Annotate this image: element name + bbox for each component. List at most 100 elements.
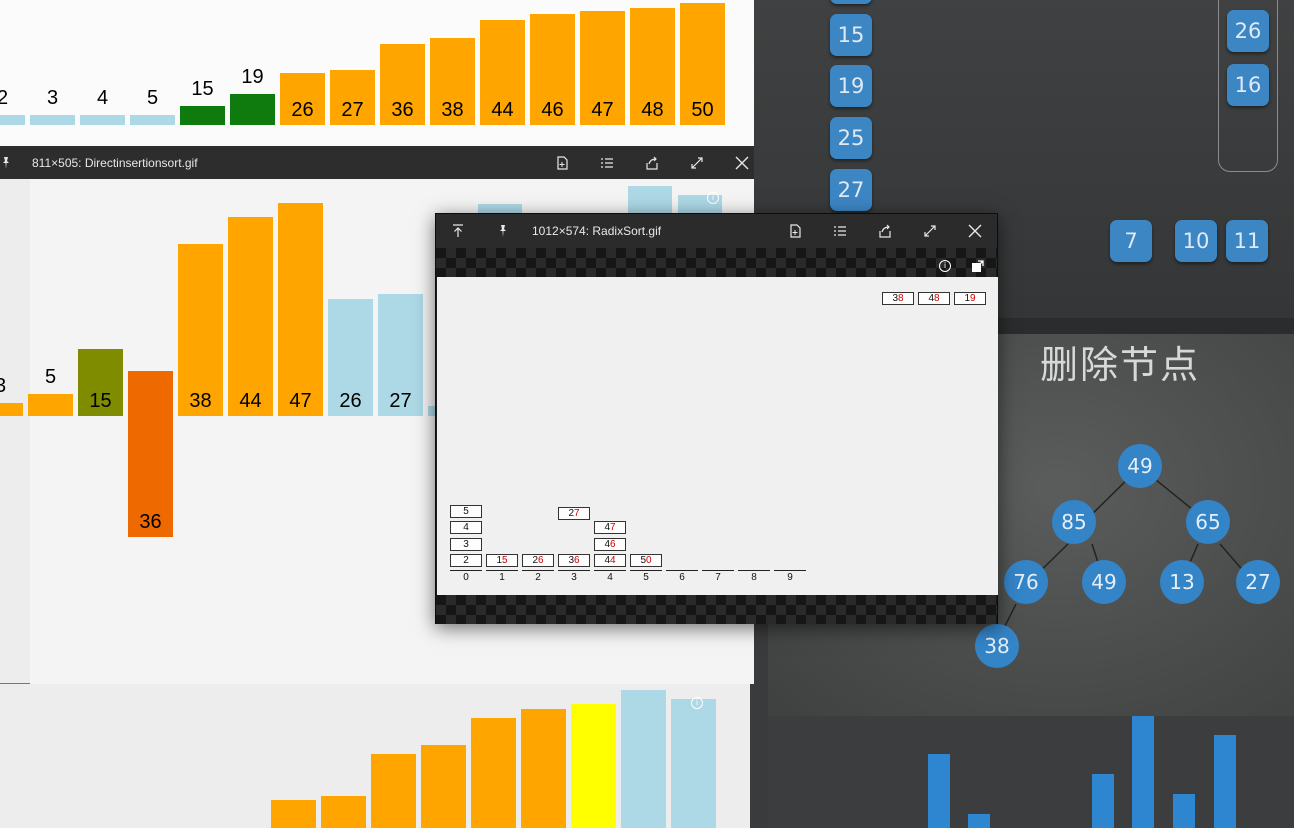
bucket-baseline: [666, 570, 698, 571]
bottom-sort-window: i: [0, 684, 750, 828]
bucket-index: 3: [571, 572, 577, 583]
chart-bar: 26: [328, 298, 373, 416]
bucket-index: 9: [787, 572, 793, 583]
info-icon[interactable]: i: [939, 260, 951, 272]
expand-icon[interactable]: [914, 214, 946, 247]
title-bar[interactable]: 1012×574: RadixSort.gif: [436, 214, 997, 248]
array-cell: 15: [830, 14, 872, 56]
ones-digit: 3: [463, 538, 469, 550]
bucket-index: 8: [751, 572, 757, 583]
ones-digit: 7: [574, 508, 580, 519]
ones-digit: 6: [538, 555, 544, 566]
bucket-baseline: [522, 570, 554, 571]
chart-bar: 2: [0, 87, 25, 125]
bucket-index: 6: [679, 572, 685, 583]
number-card: 3: [450, 537, 482, 551]
bar-label: 15: [89, 390, 112, 412]
chart-bar: 15: [180, 78, 225, 125]
dark-bar: [1132, 716, 1154, 828]
number-card: 46: [594, 537, 626, 551]
bar-label: 4: [96, 87, 109, 109]
number-card: 48: [918, 292, 950, 305]
chart-bar: 15: [78, 348, 123, 416]
ones-digit: 9: [970, 293, 976, 304]
chart-bar: [621, 690, 666, 828]
array-cell: 27: [830, 169, 872, 211]
chart-bar: 44: [228, 216, 273, 416]
chart-bar: 47: [278, 203, 323, 416]
chart-bar: 36: [380, 43, 425, 125]
array-cell: 25: [830, 117, 872, 159]
chart-bar: 3: [0, 375, 23, 416]
bar-label: 46: [541, 98, 564, 121]
number-card: 47: [594, 521, 626, 534]
bucket-index: 5: [643, 572, 649, 583]
bar-label: 2: [0, 87, 9, 109]
bucket-index: 4: [607, 572, 613, 583]
ones-digit: 0: [646, 555, 652, 566]
share-icon[interactable]: [869, 214, 901, 247]
tree-node: 65: [1186, 500, 1230, 544]
ones-digit: 5: [463, 505, 469, 517]
chart-bar: 3: [30, 87, 75, 125]
bucket-index: 1: [499, 572, 505, 583]
bar-label: 44: [491, 98, 514, 121]
chart-bar: 48: [630, 8, 675, 125]
chart-bar: 47: [580, 11, 625, 125]
radixsort-window: 1012×574: RadixSort.gif i 38 48 19 0 2 3 4 5 1 15…: [435, 213, 998, 624]
number-card: 36: [558, 554, 590, 567]
bucket-baseline: [486, 570, 518, 571]
number-card: 50: [630, 554, 662, 567]
transparency-checker-top: [436, 248, 997, 277]
number-card: 2: [450, 554, 482, 567]
bar-label: 3: [0, 375, 7, 398]
chart-bar: 4: [80, 87, 125, 125]
bar-label: 38: [441, 98, 464, 121]
ones-digit: 8: [934, 293, 940, 304]
chart-bar: [671, 699, 716, 828]
bucket-baseline: [702, 570, 734, 571]
bar-label: 47: [289, 389, 312, 412]
bar-chart: 2 3 4 5 15 19 26 27 36 38 44 46 47 48 50: [0, 0, 754, 146]
pin-icon[interactable]: [487, 214, 519, 247]
chart-bar: 27: [378, 294, 423, 416]
bucket-baseline: [558, 570, 590, 571]
dark-bar: [928, 754, 950, 828]
bar-label: 27: [341, 98, 364, 121]
chart-bar: [421, 745, 466, 828]
tree-node: 49: [1082, 560, 1126, 604]
ones-digit: 6: [574, 555, 580, 566]
info-icon: i: [707, 192, 719, 204]
list-icon[interactable]: [824, 214, 856, 247]
move-to-top-icon[interactable]: [442, 214, 474, 247]
ones-digit: 5: [502, 555, 508, 566]
close-icon[interactable]: [959, 214, 991, 247]
number-card: 27: [558, 507, 590, 520]
bar-label: 15: [191, 77, 214, 100]
tree-node: 76: [1004, 560, 1048, 604]
bar-label: 44: [239, 389, 262, 412]
number-card: 26: [522, 554, 554, 567]
bar-label: 27: [389, 389, 412, 412]
array-cell: 10: [1175, 220, 1217, 262]
array-cell: 26: [1227, 10, 1269, 52]
bar-chart: [0, 684, 750, 828]
new-document-icon[interactable]: [779, 214, 811, 247]
chart-bar: [371, 754, 416, 828]
bucket-baseline: [630, 570, 662, 571]
bar-label: 5: [146, 87, 159, 109]
bar-label: 26: [339, 389, 362, 412]
tree-title: 删除节点: [1040, 343, 1201, 387]
number-card: 4: [450, 521, 482, 534]
array-cell: [830, 0, 872, 4]
tree-node: 27: [1236, 560, 1280, 604]
chart-bar: 44: [480, 20, 525, 125]
gif-canvas: 38 48 19 0 2 3 4 5 1 15 2 26 3 36 27 4 44 46 47 5 50 6 7 8 9: [437, 277, 998, 595]
array-cell: 7: [1110, 220, 1152, 262]
chart-bar: [271, 800, 316, 828]
chart-bar: 36: [128, 371, 173, 537]
bar-label: 50: [691, 99, 714, 121]
ones-digit: 7: [610, 522, 616, 533]
export-icon[interactable]: [971, 260, 984, 278]
transparency-checker-bottom: [436, 595, 997, 624]
